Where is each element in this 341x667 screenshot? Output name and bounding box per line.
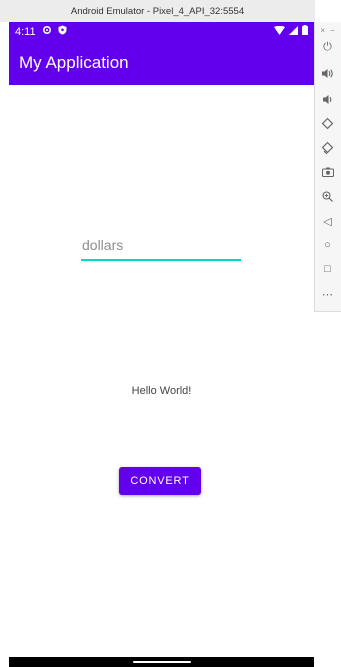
overview-icon[interactable]: □ xyxy=(314,260,341,278)
camera-icon[interactable] xyxy=(314,163,341,181)
shield-icon xyxy=(58,25,67,38)
dollars-input[interactable] xyxy=(81,233,241,261)
navigation-bar xyxy=(9,657,314,667)
gesture-handle[interactable] xyxy=(132,661,191,663)
close-icon[interactable]: × xyxy=(320,26,325,35)
app-bar: My Application xyxy=(9,41,314,85)
hello-text: Hello World! xyxy=(131,385,192,397)
rotate-left-icon[interactable] xyxy=(314,114,341,132)
back-icon[interactable]: ◁ xyxy=(314,212,341,230)
settings-icon xyxy=(42,25,52,38)
convert-button[interactable]: CONVERT xyxy=(119,467,201,495)
volume-down-icon[interactable] xyxy=(314,90,341,108)
rotate-right-icon[interactable] xyxy=(314,138,341,156)
status-bar: 4:11 xyxy=(9,22,314,41)
power-icon[interactable]: ⏻ xyxy=(314,38,341,56)
phone-screen: 4:11 My Application Hello World! CONVER xyxy=(9,22,314,667)
minimize-icon[interactable]: − xyxy=(330,26,335,35)
emulator-window-title: Android Emulator - Pixel_4_API_32:5554 xyxy=(0,0,315,22)
status-time: 4:11 xyxy=(15,25,36,38)
emulator-toolbar-header: × − xyxy=(314,22,341,38)
app-title: My Application xyxy=(19,53,129,72)
volume-up-icon[interactable] xyxy=(314,64,341,82)
home-icon[interactable]: ○ xyxy=(314,236,341,254)
battery-icon xyxy=(302,25,308,38)
zoom-icon[interactable] xyxy=(314,187,341,205)
more-icon[interactable]: ⋯ xyxy=(314,285,341,303)
wifi-icon xyxy=(274,25,285,38)
signal-icon xyxy=(289,25,298,38)
main-content: Hello World! CONVERT xyxy=(9,85,314,667)
